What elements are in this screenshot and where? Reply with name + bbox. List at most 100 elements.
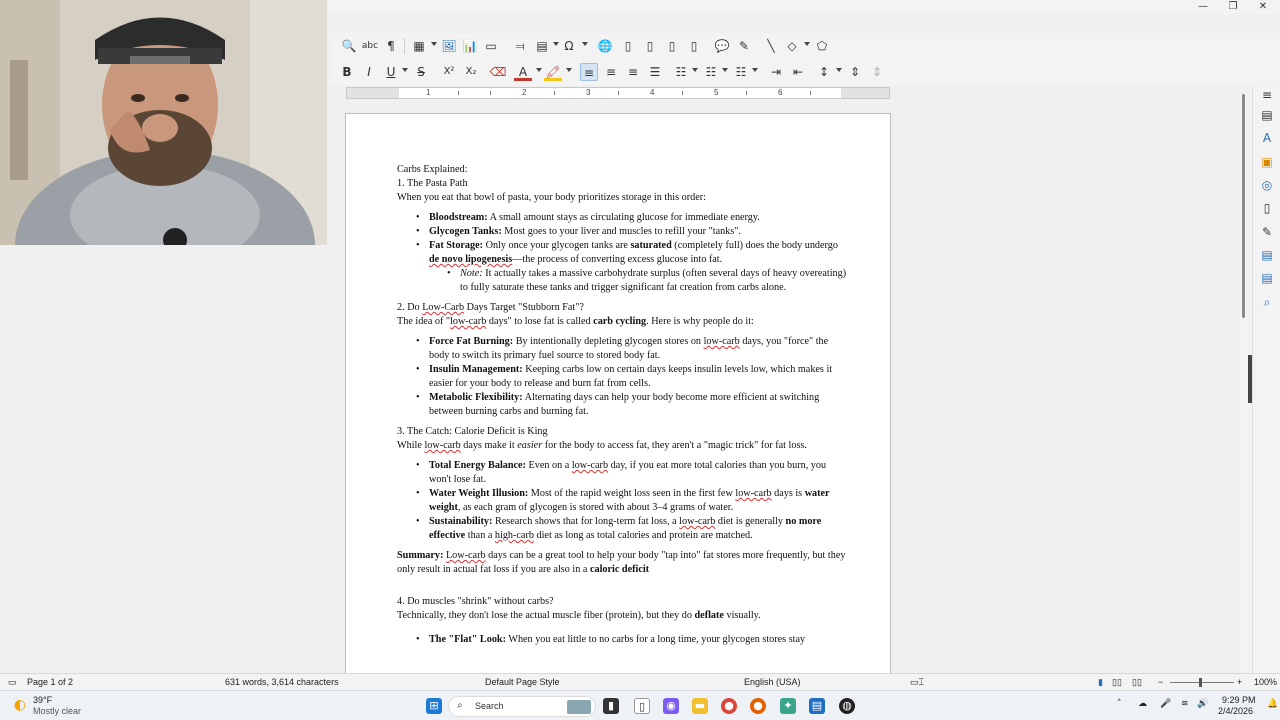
footnote-icon[interactable]: ▯ — [619, 37, 637, 55]
close-button[interactable]: ✕ — [1248, 0, 1278, 14]
volume-icon[interactable]: 🔊 — [1197, 699, 1208, 709]
special-character-icon[interactable]: Ω — [560, 37, 578, 55]
microphone-icon[interactable]: 🎤 — [1160, 699, 1171, 709]
clock-date[interactable]: 2/4/2026 — [1218, 706, 1253, 716]
insert-line-icon[interactable]: ╲ — [762, 37, 780, 55]
spelling-icon[interactable]: abc — [361, 37, 379, 55]
styles-icon[interactable]: A — [1259, 130, 1275, 146]
scrollbar-thumb[interactable] — [1242, 94, 1245, 318]
file-explorer-icon[interactable]: ▯ — [634, 698, 650, 714]
status-page-count[interactable]: Page 1 of 2 — [27, 674, 73, 690]
folder-icon[interactable]: ▬ — [692, 698, 708, 714]
zoom-slider[interactable] — [1170, 682, 1234, 683]
zoom-slider-thumb[interactable] — [1199, 678, 1202, 687]
chevron-down-icon[interactable] — [804, 42, 810, 46]
app-icon[interactable]: ✦ — [780, 698, 796, 714]
notification-bell-icon[interactable]: 🔔 — [1267, 699, 1278, 709]
underline-button[interactable]: U — [382, 63, 400, 81]
start-button[interactable]: ⊞ — [426, 698, 442, 714]
decrease-indent-icon[interactable]: ⇤ — [789, 63, 807, 81]
find-replace-icon[interactable]: 🔍 — [340, 37, 358, 55]
track-changes-icon[interactable]: ✎ — [735, 37, 753, 55]
highlight-color-icon[interactable]: 🖍 — [544, 63, 562, 81]
chevron-down-icon[interactable] — [431, 42, 437, 46]
outline-list-icon[interactable]: ☷ — [732, 63, 750, 81]
numbered-list-icon[interactable]: ☷ — [702, 63, 720, 81]
subscript-button[interactable]: X₂ — [462, 63, 480, 81]
chevron-down-icon[interactable] — [692, 68, 698, 72]
bullet-list-icon[interactable]: ☷ — [672, 63, 690, 81]
insert-field-icon[interactable]: ▤ — [533, 37, 551, 55]
increase-indent-icon[interactable]: ⇥ — [767, 63, 785, 81]
comment-icon[interactable]: 💬 — [713, 37, 731, 55]
zoom-out-button[interactable]: − — [1158, 674, 1163, 690]
chevron-up-icon[interactable]: ˄ — [1117, 699, 1122, 709]
align-center-button[interactable]: ≡ — [602, 63, 620, 81]
paragraph-spacing-decrease-icon[interactable]: ⇕ — [868, 63, 886, 81]
design-icon[interactable]: ▤ — [1259, 270, 1275, 286]
align-left-button[interactable]: ≡ — [580, 63, 598, 81]
wifi-icon[interactable]: ≋ — [1181, 699, 1189, 709]
chevron-down-icon[interactable] — [582, 42, 588, 46]
insert-table-icon[interactable]: ▦ — [410, 37, 428, 55]
page-icon[interactable]: ▯ — [1259, 200, 1275, 216]
single-page-view-icon[interactable]: ▮ — [1098, 674, 1103, 690]
chevron-down-icon[interactable] — [836, 68, 842, 72]
navigator-icon[interactable]: ◎ — [1259, 177, 1275, 193]
selection-mode-icon[interactable]: ▭⌶ — [910, 674, 924, 690]
minimize-button[interactable]: — — [1188, 0, 1218, 14]
zoom-in-button[interactable]: + — [1237, 674, 1242, 690]
network-cloud-icon[interactable]: ☁ — [1138, 699, 1147, 709]
cross-reference-icon[interactable]: ▯ — [685, 37, 703, 55]
chevron-down-icon[interactable] — [402, 68, 408, 72]
superscript-button[interactable]: X² — [440, 63, 458, 81]
endnote-icon[interactable]: ▯ — [641, 37, 659, 55]
firefox-icon[interactable]: ● — [750, 698, 766, 714]
weather-icon[interactable]: ◐ — [12, 697, 28, 713]
multi-page-view-icon[interactable]: ▯▯ — [1112, 674, 1122, 690]
bookmark-icon[interactable]: ▯ — [663, 37, 681, 55]
align-right-button[interactable]: ≡ — [624, 63, 642, 81]
chevron-down-icon[interactable] — [752, 68, 758, 72]
insert-pagebreak-icon[interactable]: ⫤ — [511, 37, 529, 55]
strikethrough-button[interactable]: S — [412, 63, 430, 81]
libreoffice-writer-icon[interactable]: ▤ — [809, 698, 825, 714]
insert-textbox-icon[interactable]: ▭ — [482, 37, 500, 55]
justify-button[interactable]: ☰ — [646, 63, 664, 81]
basic-shapes-icon[interactable]: ◇ — [783, 37, 801, 55]
search-box[interactable]: ⌕ Search — [448, 696, 596, 717]
formatting-marks-icon[interactable]: ¶ — [382, 37, 400, 55]
find-icon[interactable]: ⌕ — [1259, 294, 1275, 310]
hyperlink-icon[interactable]: 🌐 — [596, 37, 614, 55]
chrome-icon[interactable]: ● — [721, 698, 737, 714]
task-view-icon[interactable]: ▮ — [603, 698, 619, 714]
chevron-down-icon[interactable] — [722, 68, 728, 72]
copilot-icon[interactable]: ◉ — [663, 698, 679, 714]
obs-icon[interactable]: ◍ — [839, 698, 855, 714]
properties-icon[interactable]: ▤ — [1259, 107, 1275, 123]
gallery-icon[interactable]: ▣ — [1259, 154, 1275, 170]
line-spacing-icon[interactable]: ↕ — [815, 63, 833, 81]
status-page-style[interactable]: Default Page Style — [485, 674, 560, 690]
clear-formatting-icon[interactable]: ⌫ — [489, 63, 507, 81]
insert-chart-icon[interactable]: 📊 — [461, 37, 479, 55]
status-zoom[interactable]: 100% — [1254, 674, 1277, 690]
insert-image-icon[interactable]: 🖼 — [440, 37, 458, 55]
chevron-down-icon[interactable] — [536, 68, 542, 72]
paragraph-spacing-increase-icon[interactable]: ⇕ — [846, 63, 864, 81]
style-inspector-icon[interactable]: ✎ — [1259, 224, 1275, 240]
book-view-icon[interactable]: ▯▯ — [1132, 674, 1142, 690]
italic-button[interactable]: I — [360, 63, 378, 81]
horizontal-ruler[interactable]: 1 2 3 4 5 6 — [346, 87, 890, 99]
chevron-down-icon[interactable] — [553, 42, 559, 46]
font-color-icon[interactable]: A — [514, 63, 532, 81]
bold-button[interactable]: B — [338, 63, 356, 81]
document-page[interactable]: Carbs Explained: 1. The Pasta Path When … — [345, 113, 891, 683]
sidebar-menu-icon[interactable]: ≡ — [1259, 87, 1275, 103]
maximize-button[interactable]: ❐ — [1218, 0, 1248, 14]
status-word-count[interactable]: 631 words, 3,614 characters — [225, 674, 339, 690]
draw-functions-icon[interactable]: ⬠ — [813, 37, 831, 55]
chevron-down-icon[interactable] — [566, 68, 572, 72]
document-text[interactable]: Carbs Explained: 1. The Pasta Path When … — [397, 163, 847, 653]
manage-changes-icon[interactable]: ▤ — [1259, 247, 1275, 263]
